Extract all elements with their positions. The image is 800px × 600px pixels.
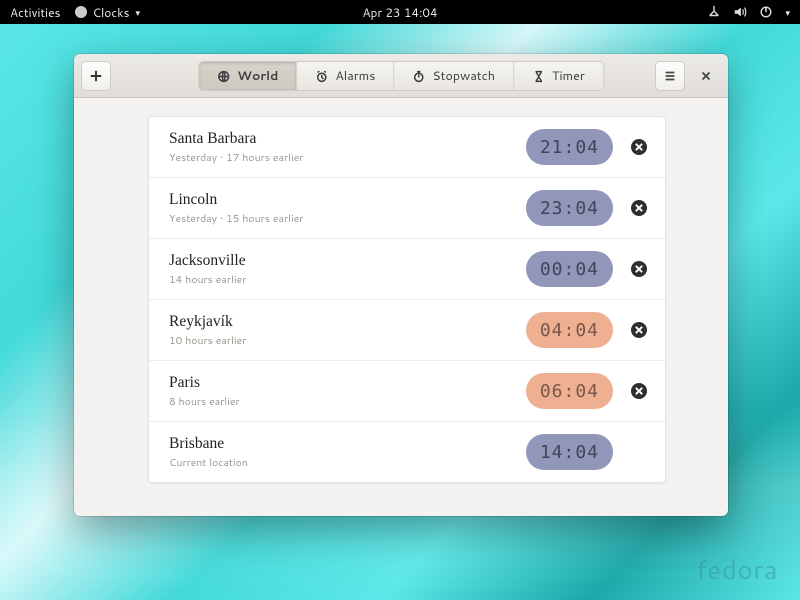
power-icon[interactable] [759, 5, 773, 19]
city-name: Brisbane [169, 435, 526, 453]
world-clock-row[interactable]: Jacksonville 14 hours earlier 00:04 [149, 239, 665, 300]
app-menu-label: Clocks [93, 4, 130, 21]
time-pill: 04:04 [526, 312, 613, 348]
volume-icon[interactable] [733, 5, 747, 19]
panel-clock[interactable]: Apr 23 14:04 [362, 4, 437, 21]
close-icon [635, 326, 643, 334]
network-icon[interactable] [707, 5, 721, 19]
city-name: Lincoln [169, 191, 526, 209]
app-menu-icon [75, 6, 87, 18]
fedora-wordmark: fedora [696, 552, 778, 588]
world-clock-row[interactable]: Brisbane Current location 14:04 [149, 422, 665, 482]
chevron-down-icon: ▾ [136, 6, 141, 19]
close-icon [635, 265, 643, 273]
tab-timer[interactable]: Timer [514, 62, 603, 90]
time-pill: 14:04 [526, 434, 613, 470]
content-area: Santa Barbara Yesterday • 17 hours earli… [74, 98, 728, 516]
add-button[interactable] [81, 61, 111, 91]
tab-alarms[interactable]: Alarms [297, 62, 394, 90]
close-icon [635, 204, 643, 212]
clocks-window: World Alarms Stopwatch Timer [74, 54, 728, 516]
close-icon [635, 387, 643, 395]
world-clock-row[interactable]: Santa Barbara Yesterday • 17 hours earli… [149, 117, 665, 178]
delete-button[interactable] [631, 383, 647, 399]
close-button[interactable] [691, 61, 721, 91]
delete-button[interactable] [631, 261, 647, 277]
time-pill: 21:04 [526, 129, 613, 165]
time-offset: 8 hours earlier [169, 395, 526, 409]
time-pill: 23:04 [526, 190, 613, 226]
time-offset: 10 hours earlier [169, 334, 526, 348]
time-offset: Current location [169, 456, 526, 470]
city-name: Reykjavík [169, 313, 526, 331]
world-clock-list: Santa Barbara Yesterday • 17 hours earli… [148, 116, 666, 483]
delete-button[interactable] [631, 322, 647, 338]
delete-button[interactable] [631, 200, 647, 216]
time-pill: 06:04 [526, 373, 613, 409]
close-icon [635, 143, 643, 151]
world-clock-row[interactable]: Lincoln Yesterday • 15 hours earlier 23:… [149, 178, 665, 239]
world-clock-row[interactable]: Paris 8 hours earlier 06:04 [149, 361, 665, 422]
app-menu[interactable]: Clocks ▾ [75, 4, 141, 21]
hourglass-icon [532, 70, 545, 83]
delete-button[interactable] [631, 139, 647, 155]
tab-stopwatch[interactable]: Stopwatch [394, 62, 514, 90]
city-name: Jacksonville [169, 252, 526, 270]
time-offset: Yesterday • 15 hours earlier [169, 212, 526, 226]
alarm-icon [315, 70, 328, 83]
globe-icon [217, 70, 230, 83]
gnome-top-panel: Activities Clocks ▾ Apr 23 14:04 ▾ [0, 0, 800, 24]
time-offset: Yesterday • 17 hours earlier [169, 151, 526, 165]
header-bar: World Alarms Stopwatch Timer [74, 54, 728, 98]
chevron-down-icon: ▾ [785, 6, 790, 19]
time-offset: 14 hours earlier [169, 273, 526, 287]
city-name: Paris [169, 374, 526, 392]
tab-label: Stopwatch [432, 67, 495, 85]
tab-world[interactable]: World [199, 62, 297, 90]
hamburger-menu-button[interactable] [655, 61, 685, 91]
time-pill: 00:04 [526, 251, 613, 287]
tab-label: Timer [552, 67, 585, 85]
city-name: Santa Barbara [169, 130, 526, 148]
activities-button[interactable]: Activities [10, 4, 61, 21]
view-switcher: World Alarms Stopwatch Timer [198, 61, 604, 91]
stopwatch-icon [412, 70, 425, 83]
tab-label: World [237, 67, 278, 85]
tab-label: Alarms [335, 67, 375, 85]
world-clock-row[interactable]: Reykjavík 10 hours earlier 04:04 [149, 300, 665, 361]
